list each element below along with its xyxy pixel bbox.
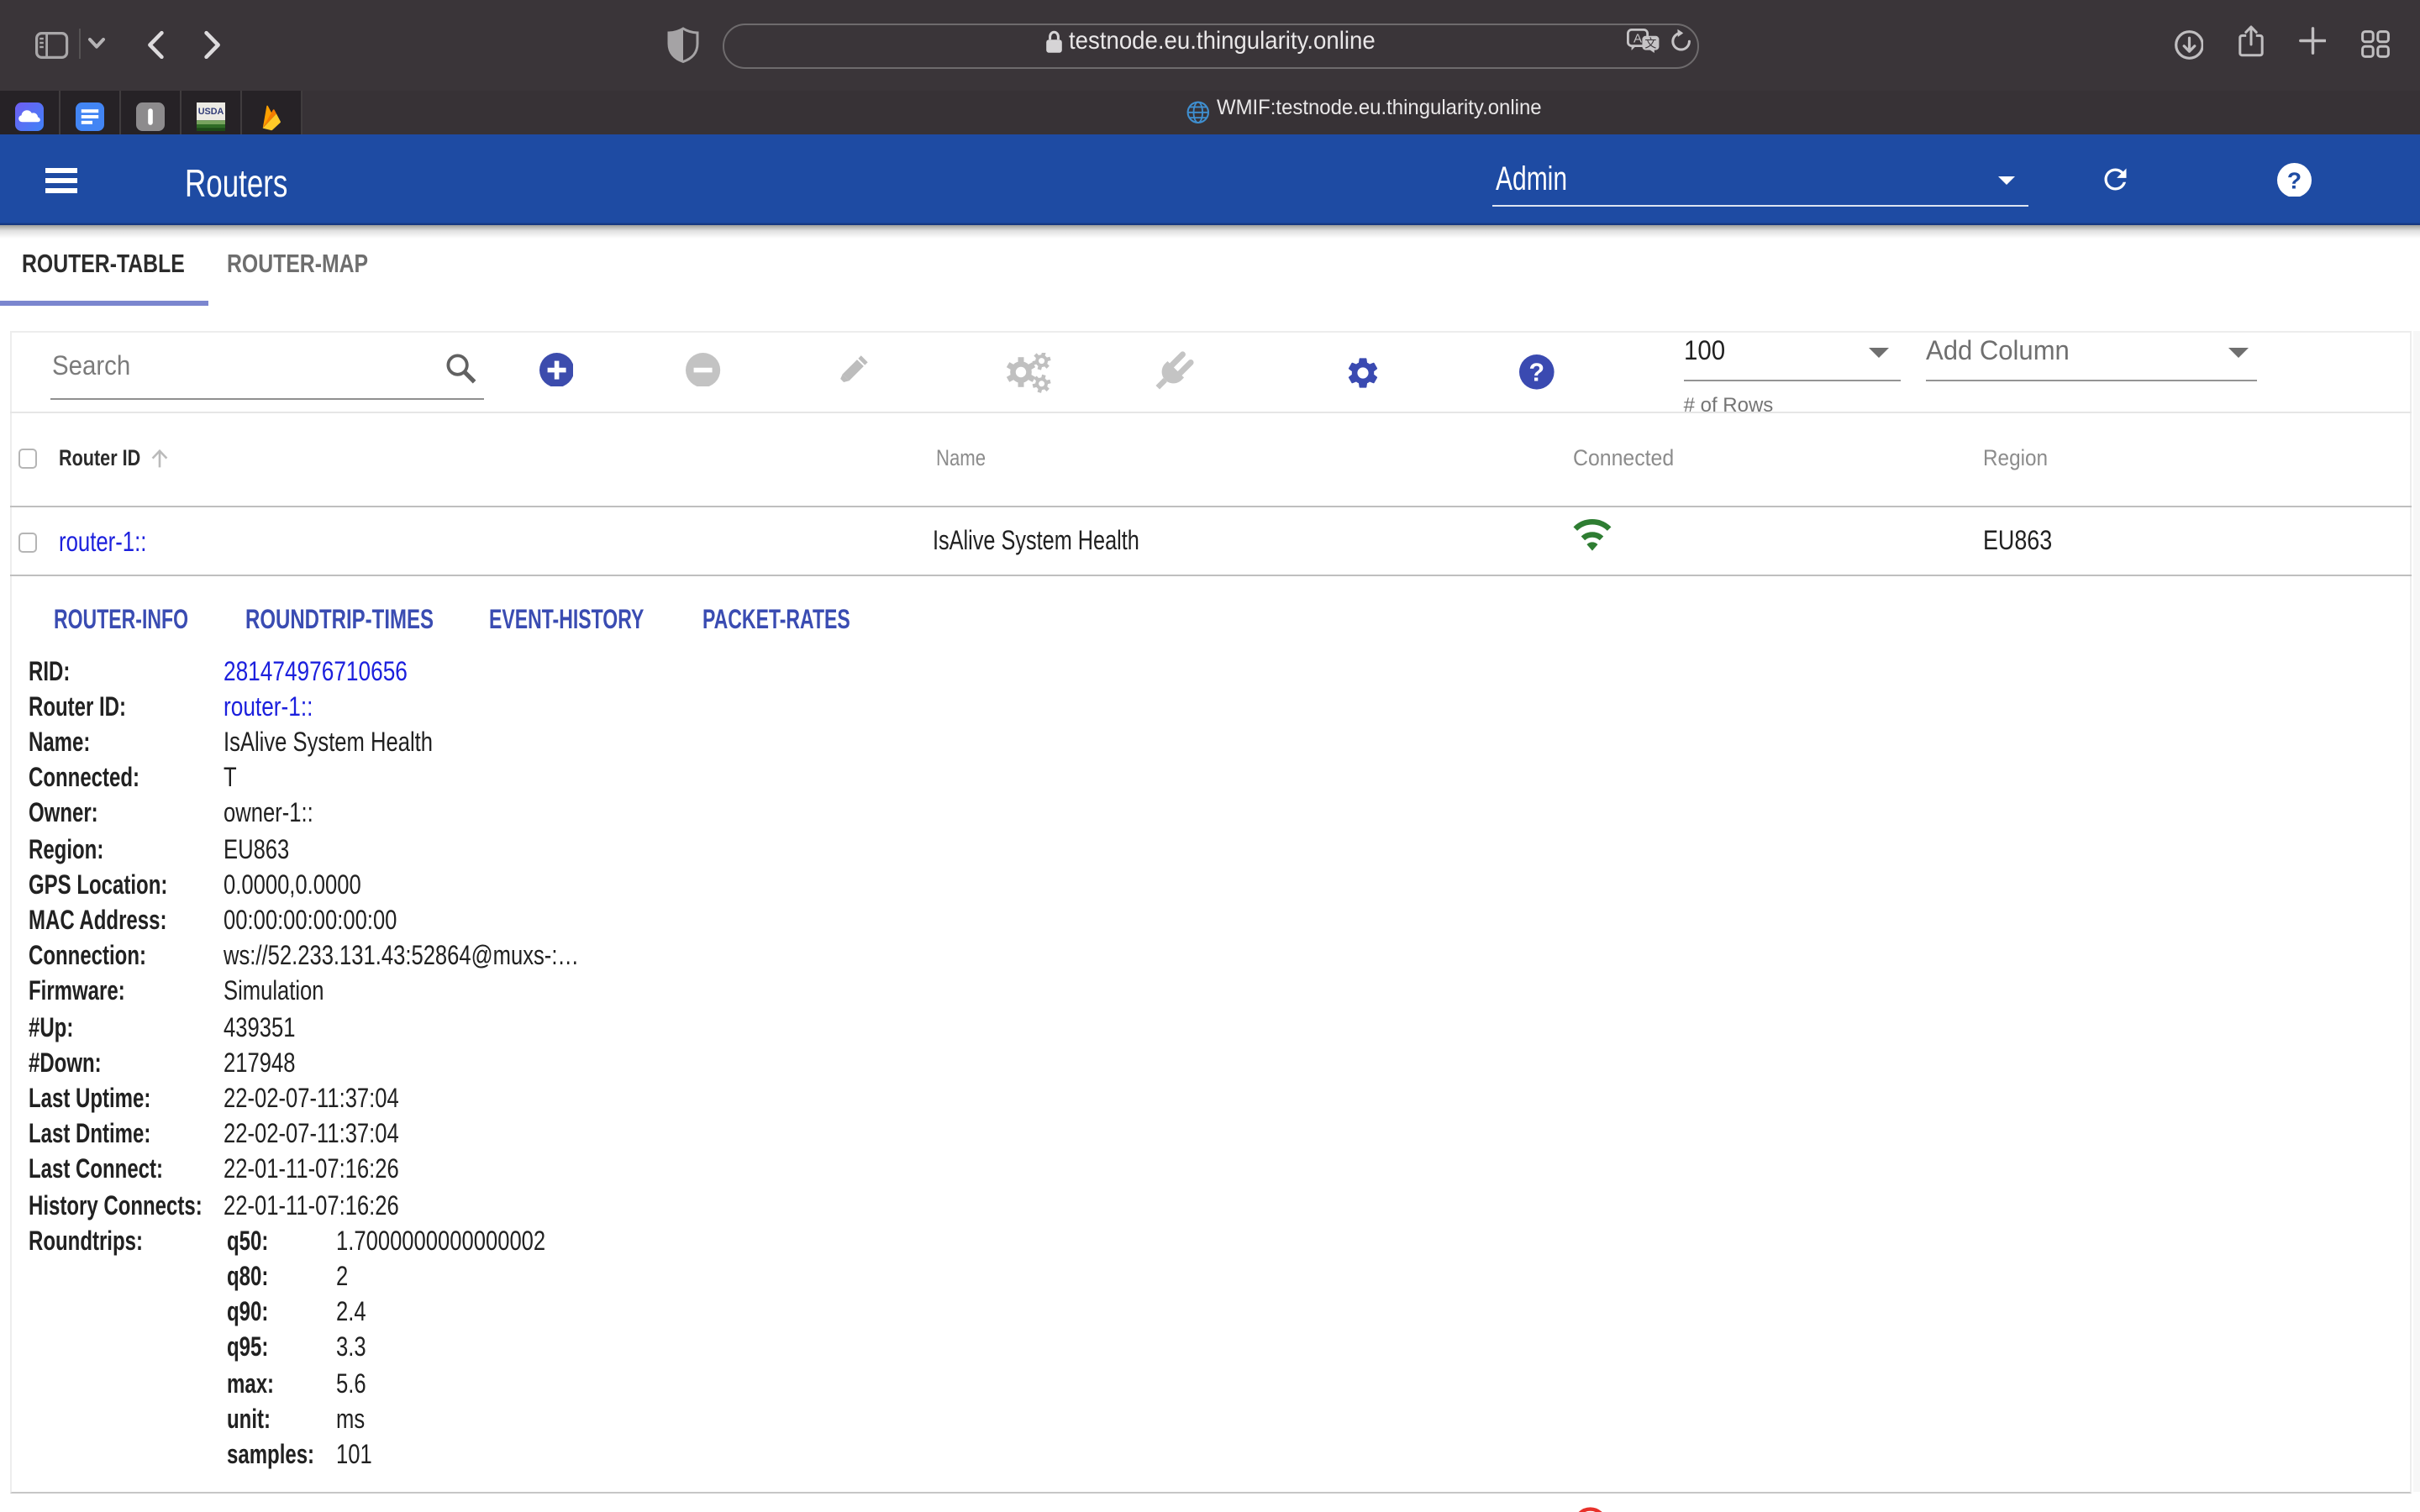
svg-text:A: A xyxy=(1633,32,1641,46)
svg-text:?: ? xyxy=(2287,166,2302,193)
svg-text:?: ? xyxy=(1528,360,1544,387)
svg-text:USDA: USDA xyxy=(198,107,224,117)
svg-text:文: 文 xyxy=(1644,37,1655,50)
